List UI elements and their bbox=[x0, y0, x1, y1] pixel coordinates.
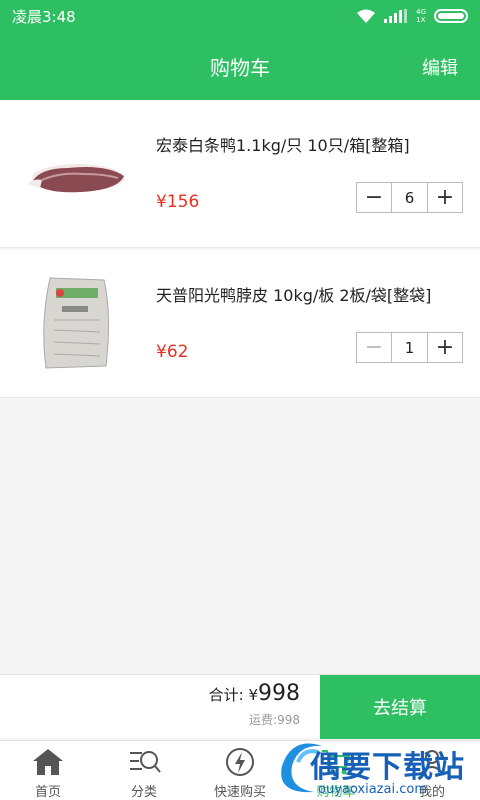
network-top: 4G bbox=[416, 8, 426, 16]
tab-label: 首页 bbox=[34, 785, 61, 800]
product-image-duck[interactable] bbox=[20, 124, 132, 224]
quantity-value[interactable]: 1 bbox=[391, 333, 428, 362]
decrease-button[interactable]: − bbox=[357, 333, 391, 362]
network-bottom: 1X bbox=[416, 16, 426, 24]
tab-home[interactable]: 首页 bbox=[0, 741, 96, 800]
status-time: 凌晨3:48 bbox=[12, 7, 76, 26]
wifi-icon bbox=[357, 9, 376, 23]
watermark-text: 偶要下载站 bbox=[310, 750, 465, 785]
total-label: 合计: ¥ bbox=[208, 686, 258, 704]
quantity-value[interactable]: 6 bbox=[391, 183, 428, 212]
product-name[interactable]: 宏泰白条鸭1.1kg/只 10只/箱[整箱] bbox=[156, 132, 410, 156]
total-amount: 998 bbox=[258, 681, 300, 706]
home-icon bbox=[33, 749, 63, 775]
status-icons: 4G 1X bbox=[356, 8, 468, 24]
network-type: 4G 1X bbox=[416, 8, 426, 24]
category-search-icon bbox=[130, 751, 161, 773]
shipping-fee: 运费:998 bbox=[249, 713, 300, 727]
product-name[interactable]: 天普阳光鸭脖皮 10kg/板 2板/袋[整袋] bbox=[156, 282, 431, 306]
increase-button[interactable]: + bbox=[428, 333, 462, 362]
status-bar: 凌晨3:48 4G 1X bbox=[0, 0, 480, 32]
page-title: 购物车 bbox=[210, 55, 270, 80]
tab-label: 分类 bbox=[130, 785, 157, 800]
checkout-bar: 合计: ¥998 运费:998 去结算 bbox=[0, 674, 480, 739]
cart-item: 天普阳光鸭脖皮 10kg/板 2板/袋[整袋] ¥62 − 1 + bbox=[0, 250, 480, 398]
header: 购物车 编辑 bbox=[0, 32, 480, 100]
tab-category[interactable]: 分类 bbox=[96, 741, 192, 800]
cart-item: 宏泰白条鸭1.1kg/只 10只/箱[整箱] ¥156 − 6 + bbox=[0, 100, 480, 248]
edit-button[interactable]: 编辑 bbox=[422, 54, 458, 80]
signal-icon bbox=[384, 9, 408, 23]
product-price: ¥62 bbox=[156, 342, 189, 362]
increase-button[interactable]: + bbox=[428, 183, 462, 212]
battery-icon bbox=[434, 9, 468, 23]
product-image-sack[interactable] bbox=[20, 274, 132, 374]
quantity-stepper: − 1 + bbox=[356, 332, 463, 363]
total-price: 合计: ¥998 bbox=[209, 681, 300, 706]
decrease-button[interactable]: − bbox=[357, 183, 391, 212]
product-price: ¥156 bbox=[156, 192, 200, 212]
watermark-url: ouyaoxiazai.com bbox=[318, 782, 427, 797]
quantity-stepper: − 6 + bbox=[356, 182, 463, 213]
checkout-button[interactable]: 去结算 bbox=[320, 675, 480, 739]
